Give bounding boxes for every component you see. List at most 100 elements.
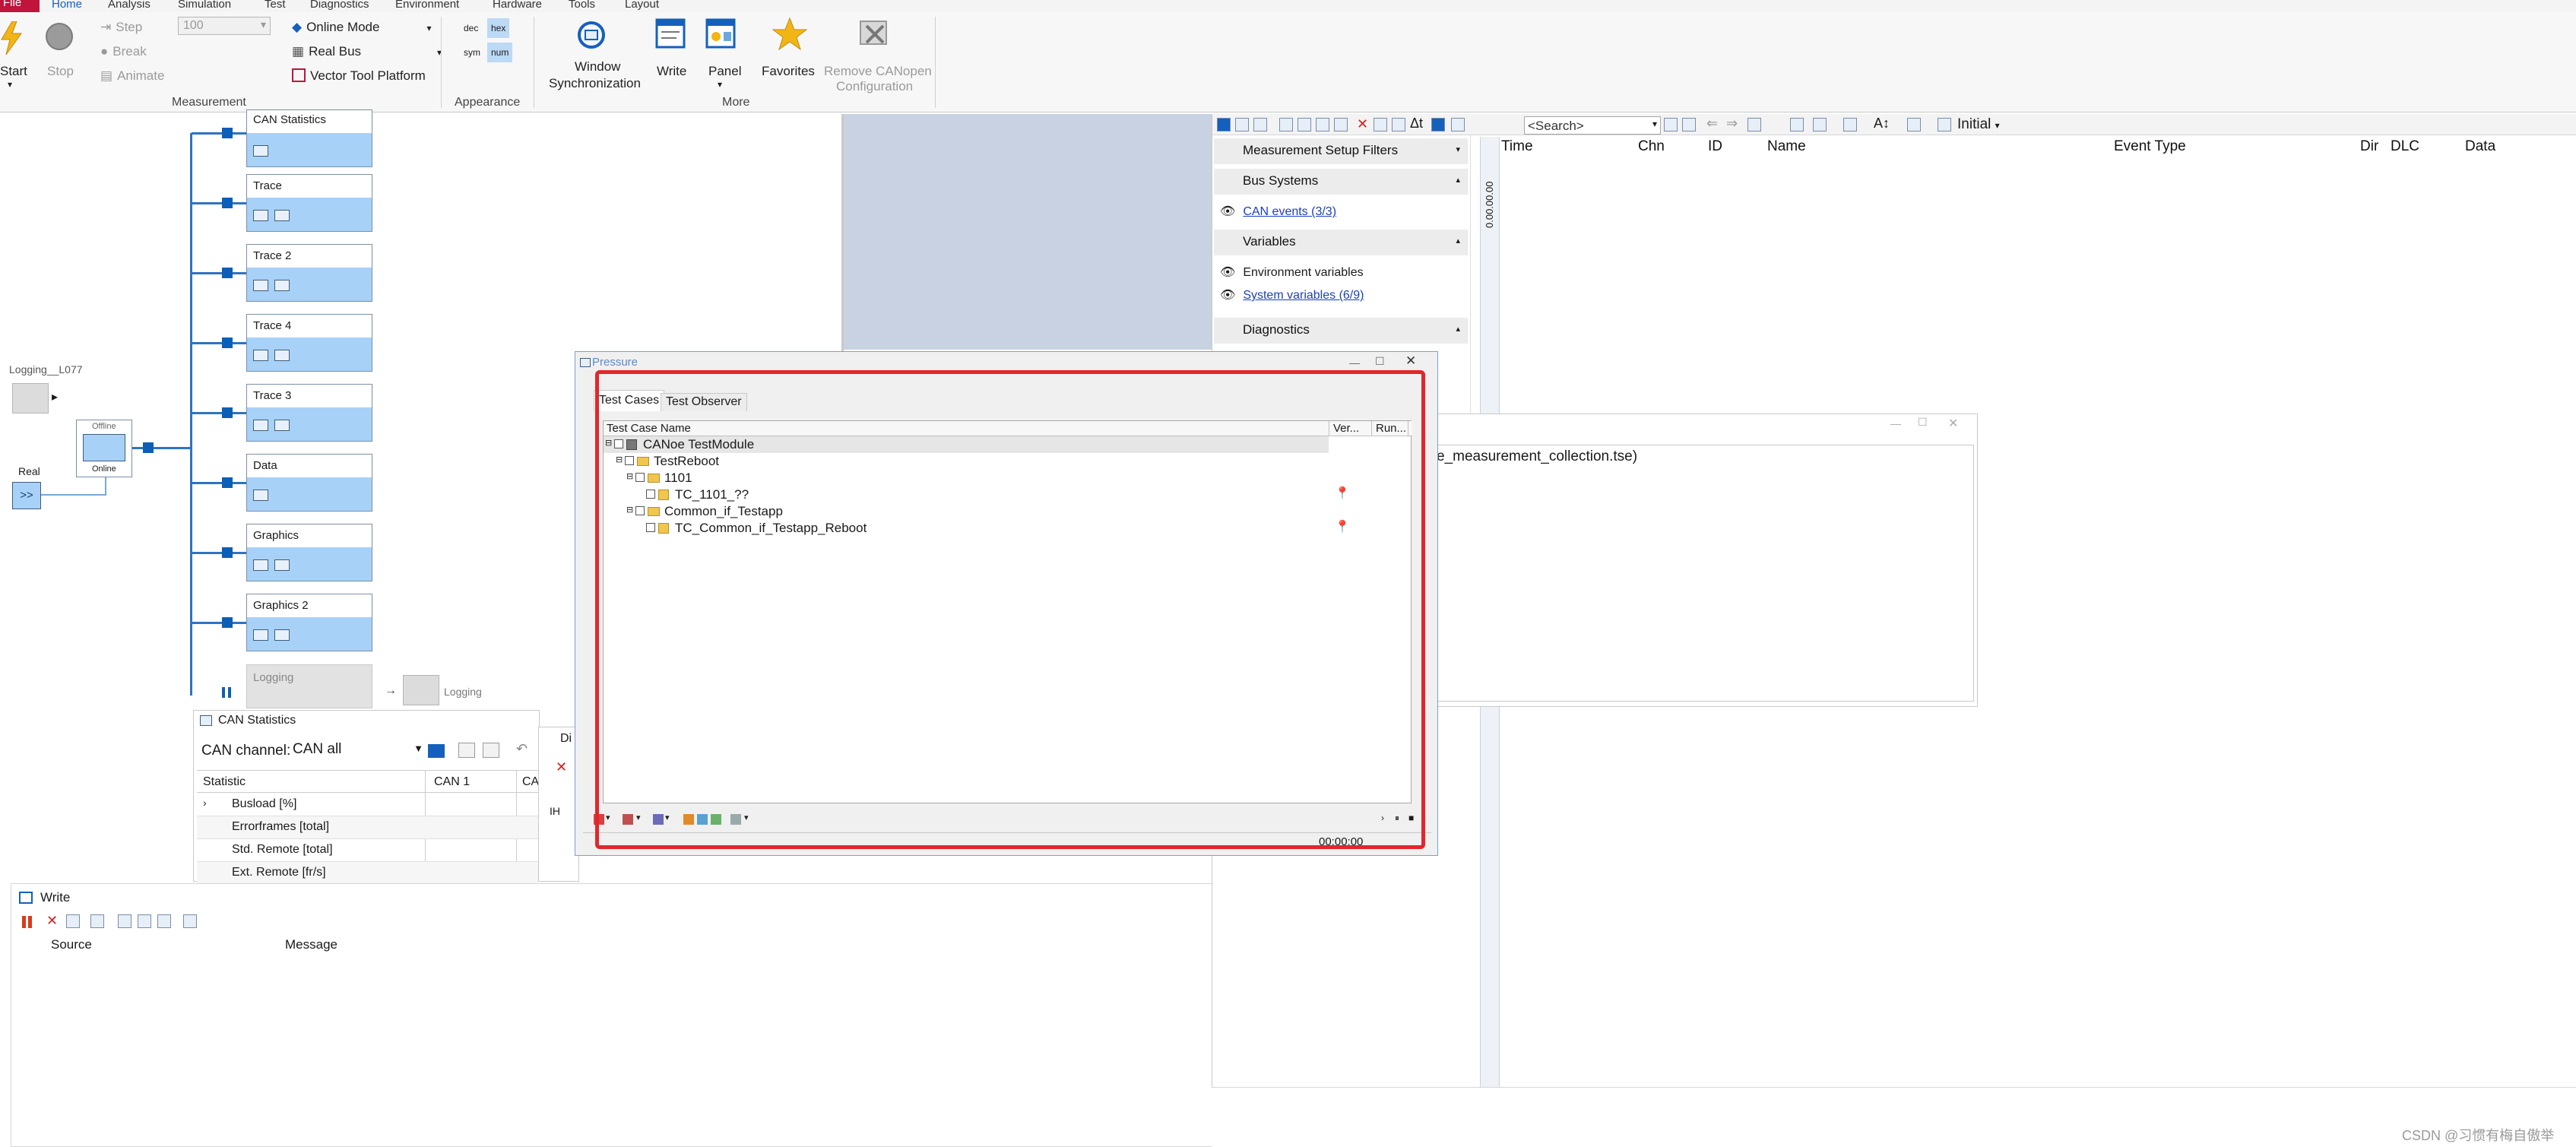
filter-item-can-events[interactable]: 👁 CAN events (3/3) — [1220, 204, 1336, 219]
step-button[interactable]: ⇥ Step — [100, 20, 142, 35]
tab-test[interactable]: Test — [265, 0, 286, 11]
eye-icon[interactable]: 👁 — [1220, 266, 1235, 279]
filter-section-header[interactable]: Bus Systems ▴ — [1214, 169, 1468, 195]
filter-item-system-variables[interactable]: 👁 System variables (6/9) — [1220, 287, 1364, 303]
close-icon[interactable]: ✕ — [1405, 353, 1416, 369]
column-header[interactable]: DLC — [2391, 138, 2419, 155]
table-row[interactable]: Std. Remote [total] — [197, 839, 539, 862]
column-header[interactable]: Data — [2465, 138, 2495, 155]
pause-icon[interactable] — [28, 916, 32, 928]
write-button[interactable]: Write — [654, 17, 692, 93]
column-header[interactable]: Message — [285, 937, 337, 952]
statistics-icon[interactable] — [1253, 118, 1267, 131]
close-icon[interactable]: ✕ — [46, 913, 58, 929]
filter-section-header[interactable]: Variables ▴ — [1214, 230, 1468, 255]
sort-icon[interactable] — [458, 743, 475, 758]
column-header[interactable]: Time — [1501, 138, 1533, 155]
arrow-left-icon[interactable]: ⇐ — [1706, 116, 1718, 131]
filter-down-icon[interactable] — [1316, 118, 1329, 131]
column-header[interactable]: ID — [1708, 138, 1722, 155]
delta-time-icon[interactable]: Δt — [1410, 116, 1423, 131]
minimize-icon[interactable]: — — [1349, 356, 1360, 369]
initial-dropdown[interactable]: Initial ▾ — [1957, 116, 2000, 133]
highlight-icon[interactable] — [1907, 118, 1921, 131]
delete-icon[interactable] — [90, 914, 104, 928]
table-row[interactable]: › Busload [%] — [197, 794, 539, 816]
column-header[interactable]: Source — [51, 937, 92, 952]
tab-analysis[interactable]: Analysis — [108, 0, 151, 11]
eye-icon[interactable]: 👁 — [1220, 289, 1235, 302]
clear-icon[interactable] — [1374, 118, 1387, 131]
dec-toggle[interactable]: dec — [464, 23, 478, 33]
panel-dropdown-icon[interactable]: ▾ — [718, 79, 722, 90]
search-back-icon[interactable] — [1664, 118, 1678, 131]
find-icon[interactable] — [118, 914, 131, 928]
close-icon[interactable]: ✕ — [556, 759, 567, 775]
copy-icon[interactable] — [138, 914, 151, 928]
undo-icon[interactable]: ↶ — [516, 741, 528, 757]
binoculars-icon[interactable] — [1334, 118, 1348, 131]
hex-toggle[interactable]: hex — [487, 18, 510, 38]
marker-icon[interactable] — [1747, 118, 1761, 131]
eye-icon[interactable]: 👁 — [1220, 205, 1235, 218]
start-button[interactable]: Start ▾ — [0, 18, 27, 102]
real-bus-button[interactable]: ▦ Real Bus ▾ — [292, 44, 442, 59]
online-mode-dropdown-icon[interactable]: ▾ — [426, 23, 431, 33]
filter-section-header[interactable]: Diagnostics ▴ — [1214, 318, 1468, 344]
trace-toolbar-icon[interactable] — [1217, 118, 1231, 131]
offline-online-switch[interactable]: Offline Online — [76, 420, 132, 477]
animate-button[interactable]: ▤ Animate — [100, 68, 164, 84]
tab-tools[interactable]: Tools — [569, 0, 595, 11]
remove-canopen-configuration-button[interactable]: Remove CANopen Configuration — [824, 17, 932, 93]
folder-icon[interactable] — [428, 744, 445, 758]
favorites-button[interactable]: Favorites — [762, 17, 819, 93]
animation-speed-combo[interactable]: 100 ▾ — [178, 17, 271, 35]
table-row[interactable]: Errorframes [total] — [197, 816, 539, 839]
column-header[interactable]: Dir — [2360, 138, 2378, 155]
filter-section-header[interactable]: Measurement Setup Filters ▾ — [1214, 138, 1468, 164]
tab-diagnostics[interactable]: Diagnostics — [310, 0, 369, 11]
layout-icon[interactable] — [1790, 118, 1804, 131]
tab-file[interactable]: File — [0, 0, 40, 12]
pause-icon[interactable] — [1392, 118, 1405, 131]
clear-icon[interactable] — [66, 914, 80, 928]
panel-button[interactable]: Panel ▾ — [704, 17, 742, 93]
column-header[interactable]: CAN 1 — [434, 775, 470, 789]
num-toggle[interactable]: num — [487, 43, 513, 62]
vector-tool-platform-button[interactable]: Vector Tool Platform — [292, 68, 426, 84]
filter-icon[interactable] — [1298, 118, 1311, 131]
filter-icon[interactable] — [1279, 118, 1293, 131]
mode-icon[interactable] — [1451, 118, 1465, 131]
search-forward-icon[interactable] — [1682, 118, 1696, 131]
close-icon[interactable]: ✕ — [1357, 116, 1368, 132]
logging-source-block[interactable] — [12, 383, 49, 413]
font-size-icon[interactable]: A↕ — [1874, 116, 1890, 131]
paste-icon[interactable] — [157, 914, 171, 928]
real-source-button[interactable]: >> — [12, 482, 41, 509]
close-icon[interactable]: ✕ — [1948, 416, 1958, 431]
break-button[interactable]: ● Break — [100, 44, 147, 59]
start-dropdown-arrow[interactable]: ▾ — [8, 79, 12, 90]
tab-environment[interactable]: Environment — [395, 0, 459, 11]
columns-icon[interactable] — [1813, 118, 1827, 131]
chart-icon[interactable] — [1235, 118, 1249, 131]
trace-search-input[interactable]: <Search> ▾ — [1524, 116, 1661, 135]
maximize-icon[interactable]: ☐ — [1918, 416, 1928, 429]
can-channel-select[interactable]: CAN all ▼ — [293, 741, 425, 759]
tab-hardware[interactable]: Hardware — [493, 0, 542, 11]
filter-item-environment-variables[interactable]: 👁 Environment variables — [1220, 265, 1364, 280]
pause-icon[interactable] — [22, 916, 26, 928]
minimize-icon[interactable]: — — [1890, 417, 1901, 429]
settings-icon[interactable] — [183, 914, 197, 928]
separator-icon[interactable] — [1843, 118, 1857, 131]
list-icon[interactable] — [483, 743, 499, 758]
tab-layout[interactable]: Layout — [625, 0, 659, 11]
stop-button[interactable]: Stop — [41, 20, 76, 88]
scroll-icon[interactable] — [1431, 118, 1445, 131]
expand-icon[interactable]: › — [203, 797, 207, 809]
tab-simulation[interactable]: Simulation — [178, 0, 231, 11]
maximize-icon[interactable]: ☐ — [1375, 355, 1385, 368]
tab-home[interactable]: Home — [52, 0, 82, 11]
column-header[interactable]: Statistic — [203, 775, 246, 789]
arrow-right-icon[interactable]: ⇒ — [1726, 116, 1738, 131]
